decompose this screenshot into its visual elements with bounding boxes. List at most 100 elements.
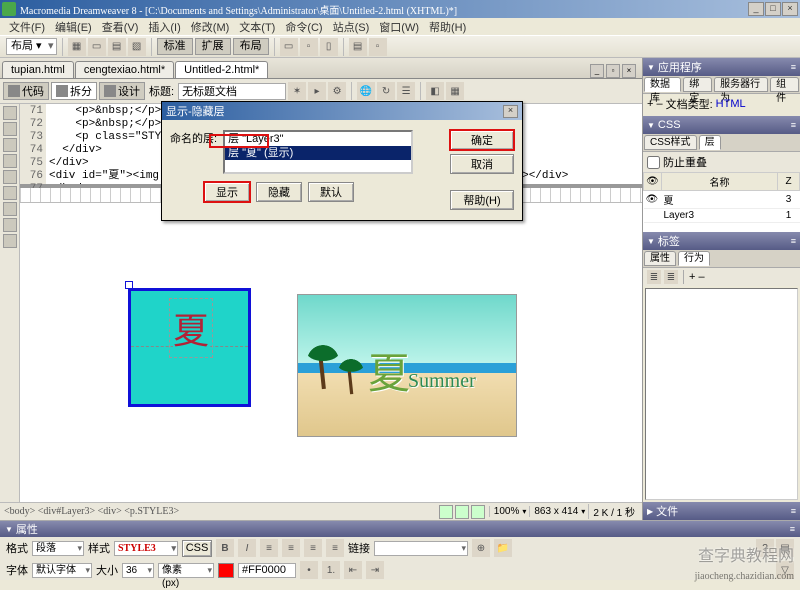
cell-icon[interactable]: ▭ [280, 38, 298, 56]
list-item[interactable]: 层 "夏" (显示) [225, 146, 411, 160]
bold-button[interactable]: B [216, 539, 234, 557]
format-dropdown[interactable]: 段落 [32, 541, 84, 556]
font-dropdown[interactable]: 默认字体 [32, 563, 92, 578]
align-center-icon[interactable]: ≡ [282, 539, 300, 557]
menu-commands[interactable]: 命令(C) [282, 18, 325, 36]
gutter-icon[interactable] [3, 122, 17, 136]
tab-tupian[interactable]: tupian.html [2, 61, 74, 78]
browser-check-icon[interactable]: ▸ [308, 82, 326, 100]
panel-files[interactable]: ▶文件≡ [643, 502, 800, 520]
align-left-icon[interactable]: ≡ [260, 539, 278, 557]
hide-button[interactable]: 隐藏 [256, 182, 302, 202]
select-tool-icon[interactable] [439, 505, 453, 519]
quick-tag-icon[interactable]: ▤ [776, 539, 794, 557]
ordered-list-icon[interactable]: 1. [322, 561, 340, 579]
file-mgmt-icon[interactable]: ⚙ [328, 82, 346, 100]
panel-tag[interactable]: ▼标签≡ [643, 232, 800, 250]
panel-menu-icon[interactable]: ≡ [791, 62, 796, 72]
category-dropdown[interactable]: 布局 ▾ [6, 38, 57, 55]
tab-css-styles[interactable]: CSS样式 [644, 135, 697, 150]
zoom-level[interactable]: 100% [489, 506, 520, 517]
event-icon[interactable]: ≣ [647, 270, 661, 284]
indent-icon[interactable]: ⇥ [366, 561, 384, 579]
gutter-icon[interactable] [3, 106, 17, 120]
tab-database[interactable]: 数据库 [644, 77, 681, 92]
tab-attributes[interactable]: 属性 [644, 251, 676, 266]
visual-aids-icon[interactable]: ◧ [426, 82, 444, 100]
view-design-button[interactable]: 设计 [99, 82, 145, 100]
italic-button[interactable]: I [238, 539, 256, 557]
layer-row[interactable]: 👁夏3 [644, 191, 800, 209]
cancel-button[interactable]: 取消 [450, 154, 514, 174]
align-right-icon[interactable]: ≡ [304, 539, 322, 557]
behaviors-list[interactable] [645, 288, 798, 500]
panel-menu-icon[interactable]: ≡ [791, 120, 796, 130]
table-icon[interactable]: ▤ [108, 38, 126, 56]
tag-path[interactable]: <body> <div#Layer3> <div> <p.STYLE3> [4, 506, 438, 517]
outdent-icon[interactable]: ⇤ [344, 561, 362, 579]
tab-untitled2[interactable]: Untitled-2.html* [175, 61, 268, 78]
text-color-input[interactable] [238, 563, 296, 578]
gutter-icon[interactable] [3, 138, 17, 152]
help-icon[interactable]: ? [756, 539, 774, 557]
link-dropdown[interactable] [374, 541, 468, 556]
panel-application[interactable]: ▼应用程序≡ [643, 58, 800, 76]
doc-restore-button[interactable]: ▫ [606, 64, 620, 78]
align-justify-icon[interactable]: ≡ [326, 539, 344, 557]
browse-icon[interactable]: 📁 [494, 539, 512, 557]
action-icon[interactable]: ≣ [664, 270, 678, 284]
tab-layers[interactable]: 层 [699, 135, 721, 150]
css-render-icon[interactable]: ▦ [446, 82, 464, 100]
expand-icon[interactable]: ▽ [776, 561, 794, 579]
named-layers-listbox[interactable]: 层 "Layer3" 层 "夏" (显示) [223, 130, 413, 174]
layer-icon[interactable]: ▧ [128, 38, 146, 56]
refresh-icon[interactable]: ↻ [377, 82, 395, 100]
dialog-close-button[interactable]: × [503, 105, 518, 118]
tab-cengtexiao[interactable]: cengtexiao.html* [75, 61, 174, 78]
dialog-titlebar[interactable]: 显示-隐藏层 × [162, 102, 522, 120]
text-color-swatch[interactable] [218, 563, 234, 578]
frameset-icon[interactable]: ▯ [320, 38, 338, 56]
unit-dropdown[interactable]: 像素 (px) [158, 563, 214, 578]
list-item[interactable]: 层 "Layer3" [225, 132, 411, 146]
default-button[interactable]: 默认 [308, 182, 354, 202]
view-code-button[interactable]: 代码 [3, 82, 49, 100]
panel-css[interactable]: ▼CSS≡ [643, 116, 800, 134]
menu-edit[interactable]: 编辑(E) [52, 18, 95, 36]
div-icon[interactable]: ▭ [88, 38, 106, 56]
menu-text[interactable]: 文本(T) [236, 18, 278, 36]
menu-help[interactable]: 帮助(H) [426, 18, 469, 36]
show-button[interactable]: 显示 [204, 182, 250, 202]
tab-behaviors[interactable]: 行为 [678, 251, 710, 266]
window-size[interactable]: 863 x 414 [529, 506, 578, 517]
frame-icon[interactable]: ▫ [300, 38, 318, 56]
rulers-icon[interactable]: ▤ [349, 38, 367, 56]
view-options-icon[interactable]: ☰ [397, 82, 415, 100]
ok-button[interactable]: 确定 [450, 130, 514, 150]
panel-menu-icon[interactable]: ≡ [791, 236, 796, 246]
mode-expanded[interactable]: 扩展 [195, 38, 231, 55]
gutter-icon[interactable] [3, 218, 17, 232]
css-button[interactable]: CSS [182, 540, 212, 557]
prevent-overlap-checkbox[interactable] [647, 156, 660, 169]
layer-row[interactable]: Layer31 [644, 209, 800, 223]
doc-close-button[interactable]: × [622, 64, 636, 78]
style-dropdown[interactable]: STYLE3 [114, 541, 178, 556]
validate-icon[interactable]: ✶ [288, 82, 306, 100]
tab-server-behaviors[interactable]: 服务器行为 [714, 77, 768, 92]
gutter-icon[interactable] [3, 170, 17, 184]
tab-components[interactable]: 组件 [770, 77, 799, 92]
properties-header[interactable]: ▼属性≡ [0, 521, 800, 537]
preview-icon[interactable]: 🌐 [357, 82, 375, 100]
close-button[interactable]: × [782, 2, 798, 16]
mode-standard[interactable]: 标准 [157, 38, 193, 55]
menu-file[interactable]: 文件(F) [6, 18, 48, 36]
image-summer[interactable]: 夏 Summer [297, 294, 517, 437]
menu-site[interactable]: 站点(S) [330, 18, 373, 36]
help-button[interactable]: 帮助(H) [450, 190, 514, 210]
doc-type-value[interactable]: HTML [716, 98, 746, 110]
zoom-tool-icon[interactable] [471, 505, 485, 519]
menu-window[interactable]: 窗口(W) [376, 18, 422, 36]
design-view[interactable]: 夏 夏 Summer [20, 203, 642, 502]
size-dropdown[interactable]: 36 [122, 563, 154, 578]
